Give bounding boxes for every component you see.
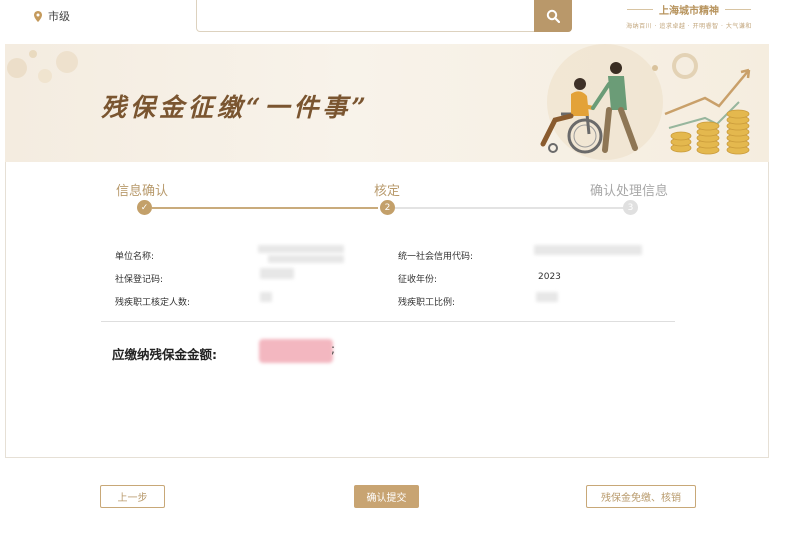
city-spirit-logo: 上海城市精神 海纳百川 · 追求卓越 · 开明睿智 · 大气谦和 <box>608 2 770 30</box>
credit-code-value-redacted <box>534 245 642 255</box>
progress-track-completed <box>152 207 378 209</box>
unit-name-value-redacted-2 <box>268 255 344 263</box>
credit-code-label: 统一社会信用代码: <box>398 252 474 262</box>
amount-value-redacted <box>259 339 333 363</box>
step-label-confirm-processing: 确认处理信息 <box>590 184 669 199</box>
step-node-2: 2 <box>380 200 395 215</box>
step-label-info-confirm: 信息确认 <box>116 184 169 199</box>
collection-year-label: 征收年份: <box>398 275 438 285</box>
step-progress: 信息确认 核定 确认处理信息 ✓ 2 3 <box>6 162 770 222</box>
unit-name-value-redacted <box>258 245 344 253</box>
social-security-no-label: 社保登记码: <box>115 275 164 285</box>
confirm-submit-button[interactable]: 确认提交 <box>354 485 419 508</box>
step-node-1: ✓ <box>137 200 152 215</box>
amount-suffix: ; <box>331 342 336 356</box>
location-label: 市级 <box>48 10 70 23</box>
search-icon <box>546 9 560 23</box>
disabled-staff-count-value-redacted <box>260 292 272 302</box>
location-pin-icon <box>34 10 42 22</box>
amount-label: 应缴纳残保金金额: <box>112 347 217 362</box>
disabled-staff-count-label: 残疾职工核定人数: <box>115 298 191 308</box>
unit-name-label: 单位名称: <box>115 252 155 262</box>
step-node-3: 3 <box>623 200 638 215</box>
city-spirit-title: 上海城市精神 <box>659 6 719 17</box>
location-selector[interactable]: 市级 <box>34 8 70 24</box>
banner-title: 残保金征缴“一件事” <box>101 93 370 122</box>
disabled-staff-ratio-value-redacted <box>536 292 558 302</box>
check-icon: ✓ <box>140 202 149 213</box>
progress-track-pending <box>395 207 627 209</box>
top-bar: 市级 上海城市精神 海纳百川 · 追求卓越 · 开明睿智 · 大气谦和 <box>0 0 810 38</box>
exempt-writeoff-button[interactable]: 残保金免缴、核销 <box>586 485 696 508</box>
step-label-verify: 核定 <box>374 184 401 199</box>
search-button[interactable] <box>534 0 572 32</box>
section-divider <box>101 321 675 322</box>
main-panel: 信息确认 核定 确认处理信息 ✓ 2 3 单位名称: 统一社会信用代码: 社保登… <box>5 162 769 458</box>
search-input[interactable] <box>196 0 572 32</box>
social-security-no-value-redacted <box>260 268 294 279</box>
collection-year-value: 2023 <box>538 272 561 282</box>
prev-step-button[interactable]: 上一步 <box>100 485 165 508</box>
page-banner: 残保金征缴“一件事” <box>5 44 769 162</box>
disabled-staff-ratio-label: 残疾职工比例: <box>398 298 456 308</box>
city-spirit-subtitle: 海纳百川 · 追求卓越 · 开明睿智 · 大气谦和 <box>626 23 752 30</box>
